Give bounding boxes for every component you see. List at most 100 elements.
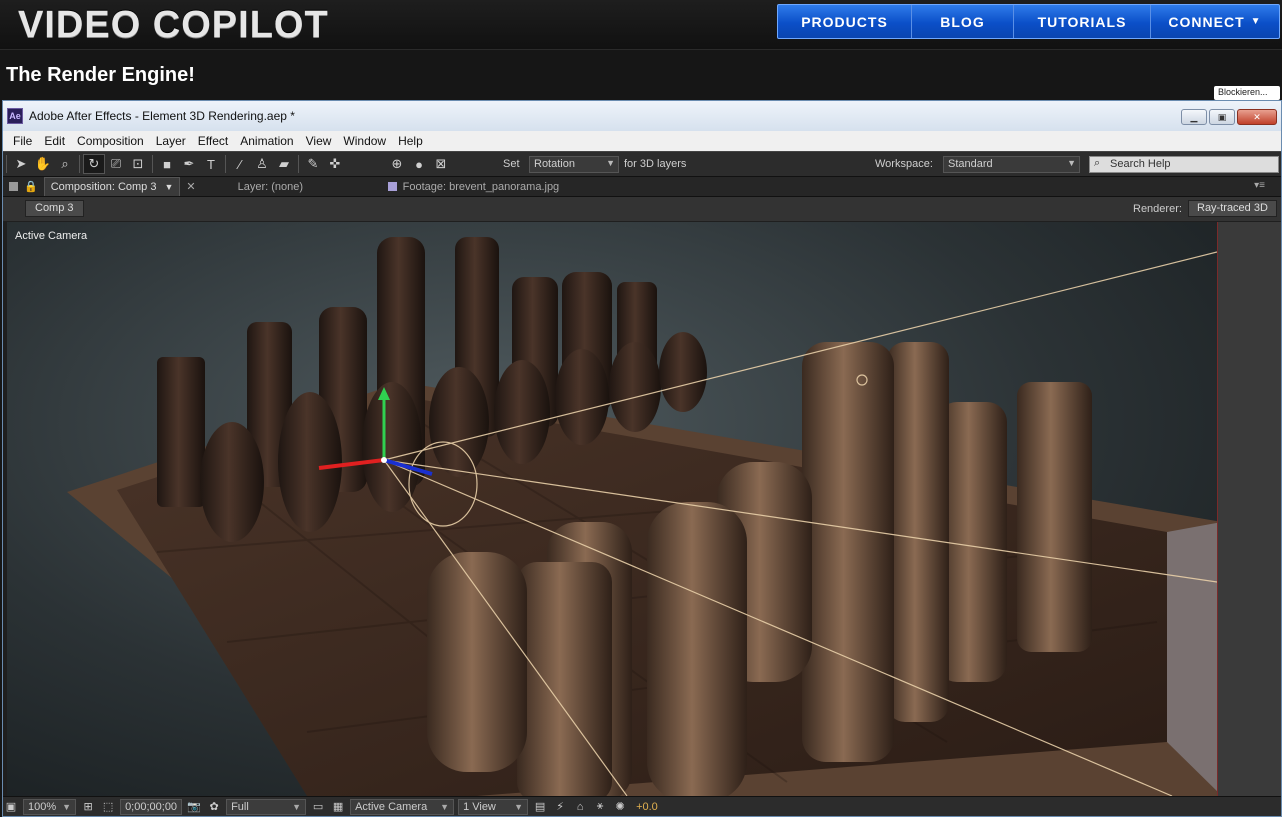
chevron-down-icon: ▼ [1250, 16, 1262, 27]
region-of-interest-icon[interactable]: ▭ [310, 800, 326, 814]
local-axis-icon[interactable]: ⊕ [386, 154, 408, 174]
always-preview-icon[interactable]: ▣ [3, 800, 19, 814]
world-axis-icon[interactable]: ● [408, 154, 430, 174]
main-nav: PRODUCTS BLOG TUTORIALS CONNECT ▼ [777, 4, 1280, 39]
tab-layer[interactable]: Layer: (none) [232, 177, 372, 196]
snapshot-icon[interactable]: 📷 [186, 800, 202, 814]
renderer-label: Renderer: [1133, 203, 1182, 215]
chevron-down-icon: ▼ [514, 801, 524, 812]
tab-footage-label: Footage: brevent_panorama.jpg [402, 180, 560, 193]
nav-blog[interactable]: BLOG [912, 5, 1014, 38]
nav-connect-label: CONNECT [1168, 13, 1245, 30]
site-header: VIDEO COPILOT PRODUCTS BLOG TUTORIALS CO… [0, 0, 1282, 50]
menu-bar: File Edit Composition Layer Effect Anima… [3, 131, 1281, 151]
panel-lock-icon[interactable]: 🔒 [3, 177, 44, 196]
resolution-select[interactable]: Full ▼ [226, 798, 307, 815]
viewer-side-panel [1217, 222, 1281, 796]
viewer-tabs: 🔒 Composition: Comp 3 ▼ ✕ Layer: (none) … [3, 177, 1281, 197]
active-camera-label: Active Camera [15, 230, 88, 242]
brush-tool-icon[interactable]: ⁄ [229, 154, 251, 174]
toolbar-divider [79, 155, 80, 173]
viewer-status-bar: ▣ 100% ▼ ⊞ ⬚ 0;00;00;00 📷 ✿ Full ▼ ▭ ▦ A… [3, 796, 1281, 816]
fast-previews-icon[interactable]: ⚡ [552, 800, 568, 814]
rectangle-tool-icon[interactable]: ■ [156, 154, 178, 174]
panel-menu-icon[interactable]: ▾≡ [1254, 180, 1265, 191]
tab-composition[interactable]: Composition: Comp 3 ▼ [43, 177, 181, 196]
menu-window[interactable]: Window [337, 134, 392, 148]
exposure-value[interactable]: +0.0 [636, 801, 658, 813]
toolbar-divider [152, 155, 153, 173]
workspace-label: Workspace: [875, 158, 933, 170]
hand-tool-icon[interactable]: ✋ [32, 154, 54, 174]
reset-exposure-icon[interactable]: ✺ [612, 800, 628, 814]
rotation-tool-icon[interactable]: ↻ [83, 154, 105, 174]
tab-composition-label: Composition: Comp 3 [50, 181, 157, 193]
page-title: The Render Engine! [6, 64, 195, 86]
mask-visibility-icon[interactable]: ⬚ [100, 800, 116, 814]
toggle-pixel-aspect-icon[interactable]: ▤ [532, 800, 548, 814]
search-help-input[interactable]: ⌕ Search Help [1089, 156, 1279, 173]
view-layout-select[interactable]: 1 View ▼ [458, 798, 529, 815]
view-layout-value: 1 View [463, 800, 496, 813]
menu-layer[interactable]: Layer [150, 134, 192, 148]
zoom-select[interactable]: 100% ▼ [23, 798, 77, 815]
eraser-icon[interactable]: ▰ [273, 154, 295, 174]
chess-scene-image [67, 237, 1217, 796]
zoom-tool-icon[interactable]: ⌕ [54, 154, 76, 174]
chevron-down-icon: ▼ [292, 801, 302, 812]
menu-composition[interactable]: Composition [71, 134, 150, 148]
resolution-value: Full [231, 800, 249, 813]
menu-file[interactable]: File [7, 134, 38, 148]
pen-tool-icon[interactable]: ✒ [178, 154, 200, 174]
view-axis-icon[interactable]: ⊠ [430, 154, 452, 174]
menu-effect[interactable]: Effect [192, 134, 234, 148]
camera-view-value: Active Camera [355, 800, 428, 813]
restore-icon[interactable]: ▣ [1209, 109, 1235, 125]
timecode-field[interactable]: 0;00;00;00 [120, 798, 183, 815]
chevron-down-icon: ▼ [606, 158, 615, 168]
workspace-select[interactable]: Standard ▼ [943, 156, 1080, 173]
show-channel-icon[interactable]: ✿ [206, 800, 222, 814]
nav-connect[interactable]: CONNECT ▼ [1151, 5, 1279, 38]
clone-stamp-icon[interactable]: ♙ [251, 154, 273, 174]
nav-products[interactable]: PRODUCTS [778, 5, 912, 38]
tab-footage[interactable]: Footage: brevent_panorama.jpg [382, 177, 566, 196]
after-effects-window: Ae Adobe After Effects - Element 3D Rend… [2, 100, 1282, 817]
chevron-down-icon: ▼ [1067, 158, 1076, 168]
type-tool-icon[interactable]: T [200, 154, 222, 174]
composition-bar: Comp 3 Renderer: Ray-traced 3D [3, 197, 1281, 221]
rotation-select[interactable]: Rotation ▼ [529, 156, 619, 173]
window-titlebar[interactable]: Ae Adobe After Effects - Element 3D Rend… [3, 101, 1281, 131]
zoom-value: 100% [28, 800, 57, 813]
menu-edit[interactable]: Edit [38, 134, 71, 148]
roto-brush-icon[interactable]: ✎ [302, 154, 324, 174]
renderer-button[interactable]: Ray-traced 3D [1188, 200, 1277, 217]
puppet-pin-icon[interactable]: ✜ [324, 154, 346, 174]
toolbar-grip [6, 155, 7, 173]
search-placeholder: Search Help [1110, 158, 1171, 170]
menu-animation[interactable]: Animation [234, 134, 299, 148]
after-effects-icon: Ae [7, 108, 23, 124]
block-tooltip[interactable]: Blockieren... [1214, 86, 1280, 100]
menu-view[interactable]: View [300, 134, 338, 148]
transparency-grid-icon[interactable]: ▦ [330, 800, 346, 814]
composition-viewer[interactable]: Active Camera [7, 222, 1217, 796]
comp-button[interactable]: Comp 3 [25, 200, 84, 217]
tab-close-icon[interactable]: ✕ [180, 177, 201, 196]
minimize-icon[interactable]: ▁ [1181, 109, 1207, 125]
menu-help[interactable]: Help [392, 134, 429, 148]
tools-panel: ➤ ✋ ⌕ ↻ ⎚ ⊡ ■ ✒ T ⁄ ♙ ▰ ✎ ✜ ⊕ ● ⊠ Set Ro… [3, 151, 1281, 177]
pan-behind-icon[interactable]: ⊡ [127, 154, 149, 174]
close-icon[interactable]: ✕ [1237, 109, 1277, 125]
site-logo[interactable]: VIDEO COPILOT [18, 4, 329, 47]
camera-view-select[interactable]: Active Camera ▼ [350, 798, 455, 815]
timeline-icon[interactable]: ⌂ [572, 800, 588, 814]
safe-zones-icon[interactable]: ⊞ [80, 800, 96, 814]
camera-tool-icon[interactable]: ⎚ [105, 154, 127, 174]
selection-tool-icon[interactable]: ➤ [10, 154, 32, 174]
flowchart-icon[interactable]: ⚹ [592, 800, 608, 814]
search-icon: ⌕ [1094, 157, 1101, 169]
nav-tutorials[interactable]: TUTORIALS [1014, 5, 1151, 38]
footage-icon [387, 182, 397, 191]
chevron-down-icon: ▼ [62, 801, 72, 812]
